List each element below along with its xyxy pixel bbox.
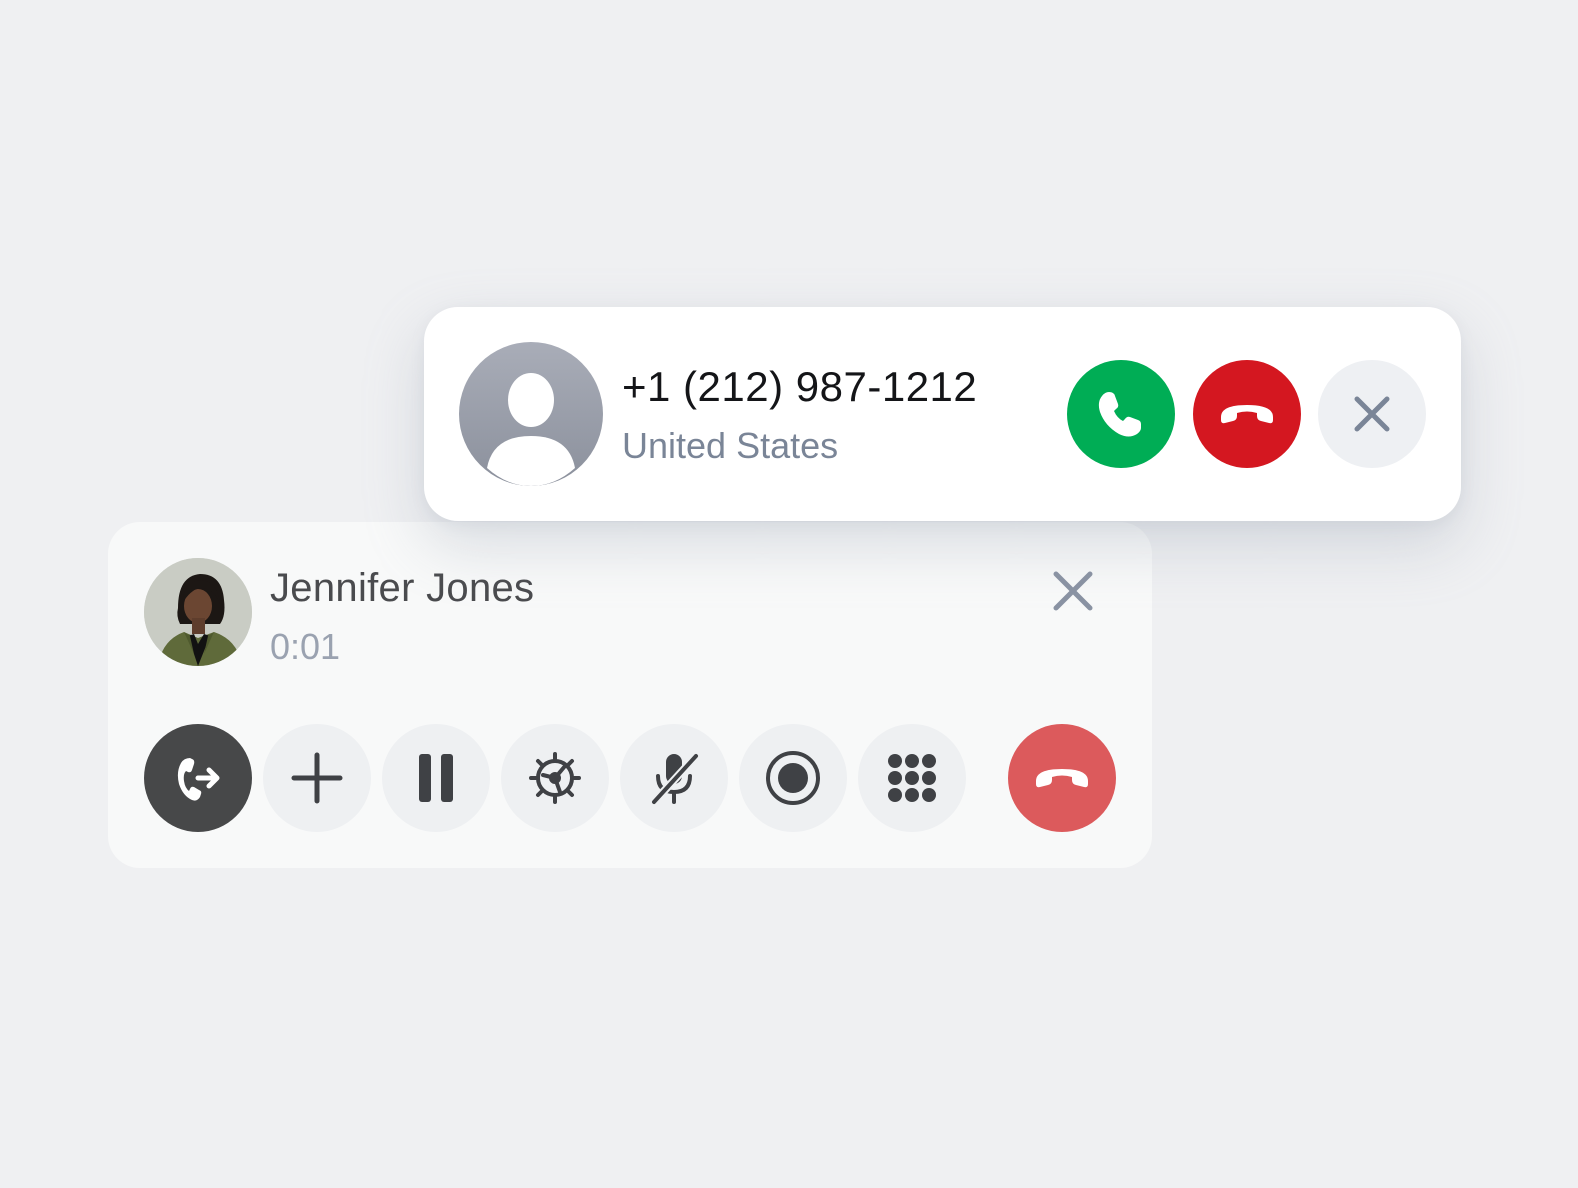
call-transfer-icon [177, 758, 220, 801]
record-button[interactable] [739, 724, 847, 832]
dismiss-call-button[interactable] [1318, 360, 1426, 468]
record-icon [766, 751, 820, 805]
caller-location: United States [622, 425, 839, 466]
add-call-button[interactable] [263, 724, 371, 832]
caller-number: +1 (212) 987-1212 [622, 363, 978, 410]
close-icon [1354, 396, 1390, 432]
accept-call-button[interactable] [1067, 360, 1175, 468]
close-active-call-button[interactable] [1050, 568, 1096, 614]
active-call-card: Jennifer Jones 0:01 [108, 522, 1152, 868]
call-duration: 0:01 [270, 626, 341, 667]
caller-photo [144, 558, 252, 666]
close-icon [1053, 571, 1093, 611]
dialpad-icon [888, 754, 936, 802]
transfer-call-button[interactable] [144, 724, 252, 832]
microphone-off-icon [650, 752, 700, 806]
generic-user-icon [459, 342, 603, 486]
incoming-call-card: +1 (212) 987-1212 United States [424, 307, 1461, 521]
call-controls [144, 724, 1124, 832]
decline-call-button[interactable] [1193, 360, 1301, 468]
hold-call-button[interactable] [382, 724, 490, 832]
call-settings-button[interactable] [501, 724, 609, 832]
pause-icon [419, 754, 453, 802]
hang-up-icon [1221, 405, 1273, 424]
mute-button[interactable] [620, 724, 728, 832]
plus-icon [291, 752, 343, 804]
keypad-button[interactable] [858, 724, 966, 832]
caller-name: Jennifer Jones [270, 566, 535, 610]
contact-avatar [459, 342, 603, 486]
gear-icon [529, 752, 581, 804]
phone-icon [1098, 392, 1141, 437]
hang-up-icon [1036, 769, 1088, 788]
caller-avatar [144, 558, 252, 666]
end-call-button[interactable] [1008, 724, 1116, 832]
